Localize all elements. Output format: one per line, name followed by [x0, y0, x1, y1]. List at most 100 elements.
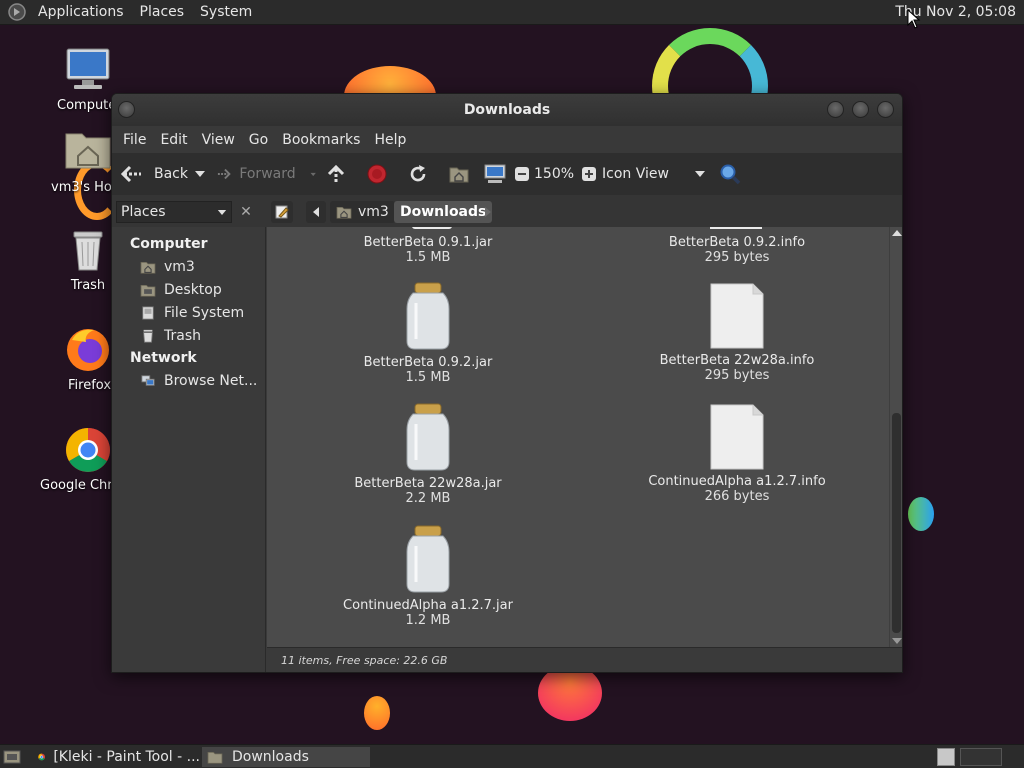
home-folder-icon — [336, 206, 352, 219]
file-size: 1.5 MB — [405, 370, 451, 385]
workspace-switcher-inactive[interactable] — [960, 748, 1002, 766]
menu-bookmarks[interactable]: Bookmarks — [275, 132, 367, 148]
back-history-dropdown[interactable] — [194, 159, 216, 189]
jar-file-icon — [406, 282, 450, 350]
menu-go[interactable]: Go — [242, 132, 275, 148]
sidebar-pane-label: Places — [121, 204, 166, 220]
menu-view[interactable]: View — [195, 132, 242, 148]
sidebar-pane-select[interactable]: Places — [116, 201, 232, 223]
window-menu-button[interactable] — [118, 101, 135, 118]
scroll-down-icon — [892, 638, 902, 644]
desktop-folder-icon — [140, 284, 156, 297]
computer-button[interactable] — [480, 159, 510, 189]
file-name: BetterBeta 0.9.1.jar — [363, 235, 493, 250]
home-folder-icon — [140, 261, 156, 274]
sidebar-item-label: File System — [164, 304, 245, 321]
path-scroll-right-button[interactable] — [480, 201, 496, 223]
sidebar-item-label: vm3 — [164, 258, 195, 275]
file-name: ContinuedAlpha a1.2.7.info — [648, 474, 826, 489]
file-item[interactable]: ContinuedAlpha a1.2.7.jar 1.2 MB — [328, 524, 528, 628]
close-sidebar-button[interactable]: ✕ — [235, 201, 257, 223]
decor-blue-drop — [908, 497, 934, 531]
mouse-cursor-icon — [907, 9, 921, 29]
view-mode-label: Icon View — [602, 166, 669, 182]
sidebar-item-desktop[interactable]: Desktop — [112, 278, 265, 301]
sidebar-item-file-system[interactable]: File System — [112, 301, 265, 324]
menu-edit[interactable]: Edit — [153, 132, 194, 148]
stop-button[interactable] — [356, 159, 398, 189]
partial-icon-top — [710, 227, 762, 229]
menu-help[interactable]: Help — [367, 132, 413, 148]
window-titlebar[interactable]: Downloads — [112, 94, 902, 126]
file-size: 2.2 MB — [405, 491, 451, 506]
crumb-label: Downloads — [400, 204, 487, 220]
chevron-down-icon — [695, 171, 705, 177]
taskbar-item-kleki[interactable]: [Kleki - Paint Tool - ... — [34, 747, 200, 767]
taskbar-item-downloads[interactable]: Downloads — [202, 747, 370, 767]
home-button[interactable] — [438, 159, 480, 189]
zoom-out-icon — [515, 167, 529, 181]
file-item[interactable]: BetterBeta 22w28a.jar 2.2 MB — [328, 402, 528, 506]
text-file-icon — [710, 404, 764, 470]
reload-icon — [410, 165, 426, 182]
sidebar-item-label: Desktop — [164, 281, 222, 298]
file-item[interactable]: BetterBeta 0.9.2.jar 1.5 MB — [328, 281, 528, 385]
chevron-left-icon — [313, 207, 319, 217]
up-button[interactable] — [316, 159, 356, 189]
sidebar-item-trash[interactable]: Trash — [112, 324, 265, 347]
vertical-scrollbar[interactable] — [889, 227, 902, 647]
jar-file-icon — [406, 403, 450, 471]
show-desktop-button[interactable] — [3, 748, 21, 766]
crumb-vm3[interactable]: vm3 — [330, 201, 395, 223]
file-size: 1.5 MB — [405, 250, 451, 265]
pencil-icon — [275, 205, 289, 219]
sidebar-item-vm3[interactable]: vm3 — [112, 255, 265, 278]
show-desktop-icon — [3, 750, 21, 764]
home-folder-icon — [64, 128, 112, 176]
reload-button[interactable] — [398, 159, 438, 189]
back-button[interactable]: Back — [120, 159, 194, 189]
file-item[interactable]: BetterBeta 22w28a.info 295 bytes — [637, 283, 837, 383]
menu-places[interactable]: Places — [132, 0, 193, 25]
back-label: Back — [154, 166, 188, 182]
file-item[interactable]: BetterBeta 0.9.2.info 295 bytes — [637, 235, 837, 265]
file-name: ContinuedAlpha a1.2.7.jar — [343, 598, 513, 613]
close-button[interactable] — [877, 101, 894, 118]
distro-logo-icon[interactable] — [8, 3, 26, 21]
sidebar-item-browse-network[interactable]: Browse Net... — [112, 369, 265, 392]
taskbar-item-label: Downloads — [232, 749, 309, 765]
crumb-downloads[interactable]: Downloads — [394, 201, 493, 223]
workspace-switcher[interactable] — [937, 748, 955, 766]
folder-icon — [207, 751, 223, 764]
file-view: BetterBeta 0.9.1.jar 1.5 MB BetterBeta 0… — [267, 227, 889, 647]
status-bar: 11 items, Free space: 22.6 GB — [267, 647, 902, 672]
network-icon — [141, 374, 155, 386]
view-mode-select[interactable]: Icon View — [602, 159, 712, 189]
desktop-icon-label: Google Chrome — [40, 478, 112, 493]
path-scroll-left-button[interactable] — [306, 201, 326, 223]
zoom-in-button[interactable] — [576, 159, 602, 189]
file-item[interactable]: ContinuedAlpha a1.2.7.info 266 bytes — [637, 404, 837, 504]
crumb-label: vm3 — [358, 204, 389, 220]
forward-button[interactable]: Forward — [216, 159, 316, 189]
decor-small-orange — [364, 696, 390, 730]
menubar: File Edit View Go Bookmarks Help — [112, 126, 902, 153]
sidebar-header-computer: Computer — [130, 236, 208, 252]
toggle-location-entry-button[interactable] — [271, 201, 293, 223]
menu-system[interactable]: System — [192, 0, 260, 25]
bottom-panel: [Kleki - Paint Tool - ... Downloads — [0, 744, 1024, 768]
home-folder-icon — [449, 167, 469, 183]
zoom-level[interactable]: 150% — [534, 159, 576, 189]
file-item[interactable]: BetterBeta 0.9.1.jar 1.5 MB — [328, 235, 528, 265]
menu-applications[interactable]: Applications — [30, 0, 132, 25]
maximize-button[interactable] — [852, 101, 869, 118]
search-button[interactable] — [712, 159, 748, 189]
minimize-button[interactable] — [827, 101, 844, 118]
zoom-out-button[interactable] — [510, 159, 534, 189]
scrollbar-thumb[interactable] — [892, 413, 901, 633]
file-size: 266 bytes — [704, 489, 770, 504]
computer-icon — [64, 46, 112, 94]
chevron-right-icon — [485, 207, 491, 217]
file-name: BetterBeta 0.9.2.jar — [363, 355, 493, 370]
menu-file[interactable]: File — [116, 132, 153, 148]
